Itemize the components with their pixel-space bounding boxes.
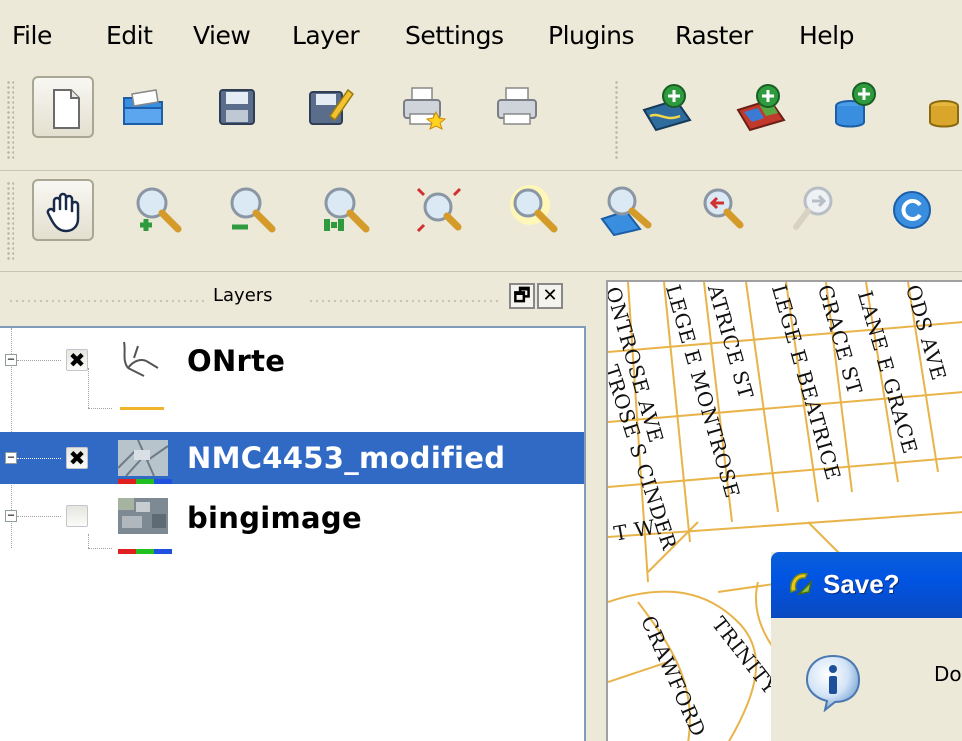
zoom-last-button[interactable] (596, 179, 658, 241)
add-raster-layer-icon (736, 84, 786, 132)
info-icon (805, 654, 861, 712)
zoom-last-icon (600, 186, 652, 237)
menu-layer[interactable]: Layer (292, 20, 360, 52)
map-navigation-toolbar (0, 171, 962, 272)
print-composer-icon (403, 87, 447, 130)
collapse-toggle[interactable]: − (5, 451, 17, 464)
refresh-icon (893, 191, 931, 229)
layers-dock-title: Layers 🗗 ✕ (0, 276, 592, 326)
zoom-out-button[interactable] (220, 179, 282, 241)
layer-visibility-checkbox[interactable]: ✖ (66, 447, 88, 469)
open-project-icon (123, 89, 163, 125)
qgis-logo-icon (789, 572, 813, 596)
zoom-to-layer-button[interactable] (502, 179, 564, 241)
zoom-next-icon (793, 186, 833, 230)
dialog-message: Do (934, 662, 962, 686)
menu-settings[interactable]: Settings (405, 20, 504, 52)
menu-help[interactable]: Help (799, 20, 855, 52)
zoom-in-button[interactable] (126, 179, 188, 241)
print-button[interactable] (486, 76, 548, 138)
tree-connector (88, 548, 112, 549)
save-as-icon (309, 88, 355, 125)
menu-raster[interactable]: Raster (675, 20, 753, 52)
layer-name: bingimage (187, 501, 362, 535)
layer-visibility-checkbox[interactable] (66, 505, 88, 527)
zoom-full-icon (324, 187, 370, 233)
toolbar-grip[interactable] (6, 80, 14, 160)
line-legend-symbol (120, 407, 164, 410)
add-postgis-layer-button[interactable] (918, 76, 962, 138)
add-vector-layer-button[interactable] (636, 76, 698, 138)
new-project-button[interactable] (32, 76, 94, 138)
save-project-button[interactable] (206, 76, 268, 138)
file-toolbar (0, 70, 962, 171)
new-project-icon (53, 89, 80, 129)
refresh-button[interactable] (880, 179, 942, 241)
add-vector-layer-icon (642, 84, 692, 132)
menu-bar: File Edit View Layer Settings Plugins Ra… (0, 0, 962, 71)
print-icon (497, 87, 537, 125)
zoom-back-button[interactable] (690, 179, 752, 241)
open-project-button[interactable] (112, 76, 174, 138)
close-dock-button[interactable]: ✕ (537, 283, 563, 309)
zoom-in-icon (136, 187, 182, 233)
zoom-to-layer-icon (510, 185, 558, 233)
print-composer-button[interactable] (392, 76, 454, 138)
zoom-next-button[interactable] (784, 179, 846, 241)
tree-connector (17, 516, 61, 517)
float-dock-button[interactable]: 🗗 (509, 283, 535, 309)
pan-button[interactable] (32, 179, 94, 241)
toolbar-grip[interactable] (614, 80, 620, 160)
layer-row-nmc4453-modified[interactable]: − ✖ NMC4453_modified (0, 432, 584, 484)
raster-legend-symbol (118, 479, 172, 484)
dialog-title: Save? (823, 569, 900, 599)
add-database-layer-button[interactable] (824, 76, 886, 138)
add-raster-layer-button[interactable] (730, 76, 792, 138)
menu-view[interactable]: View (193, 20, 251, 52)
raster-layer-icon (117, 439, 169, 477)
vector-line-layer-icon (123, 341, 159, 377)
dock-title-grip[interactable] (8, 298, 204, 304)
tree-connector (17, 360, 61, 361)
raster-legend-symbol (118, 549, 172, 554)
zoom-full-button[interactable] (314, 179, 376, 241)
menu-edit[interactable]: Edit (106, 20, 153, 52)
dock-title-grip[interactable] (308, 298, 500, 304)
layers-tree: − ✖ ONrte − ✖ NMC4453_modified − bingima… (0, 326, 586, 741)
pan-icon (46, 192, 80, 233)
layer-name: NMC4453_modified (187, 441, 506, 475)
save-project-icon (219, 89, 255, 125)
save-as-button[interactable] (298, 76, 360, 138)
layer-row-bingimage[interactable]: − bingimage (0, 496, 584, 548)
layers-panel-title: Layers (213, 285, 273, 306)
zoom-to-selection-button[interactable] (408, 179, 470, 241)
zoom-out-icon (230, 187, 276, 233)
dialog-titlebar[interactable]: Save? (771, 552, 962, 618)
tree-connector (17, 458, 61, 459)
collapse-toggle[interactable]: − (5, 353, 17, 366)
layer-visibility-checkbox[interactable]: ✖ (66, 349, 88, 371)
zoom-to-selection-icon (416, 187, 462, 233)
zoom-back-icon (703, 188, 744, 229)
menu-plugins[interactable]: Plugins (548, 20, 635, 52)
collapse-toggle[interactable]: − (5, 509, 17, 522)
add-database-layer-icon (835, 82, 876, 128)
add-postgis-layer-icon (929, 100, 959, 128)
menu-file[interactable]: File (12, 20, 52, 52)
toolbar-grip[interactable] (6, 181, 14, 261)
layer-name: ONrte (187, 344, 286, 378)
layer-row-onrte[interactable]: − ✖ ONrte (0, 336, 584, 388)
tree-connector (88, 408, 112, 409)
save-dialog: Save? Do (771, 552, 962, 741)
raster-image-layer-icon (118, 498, 168, 534)
